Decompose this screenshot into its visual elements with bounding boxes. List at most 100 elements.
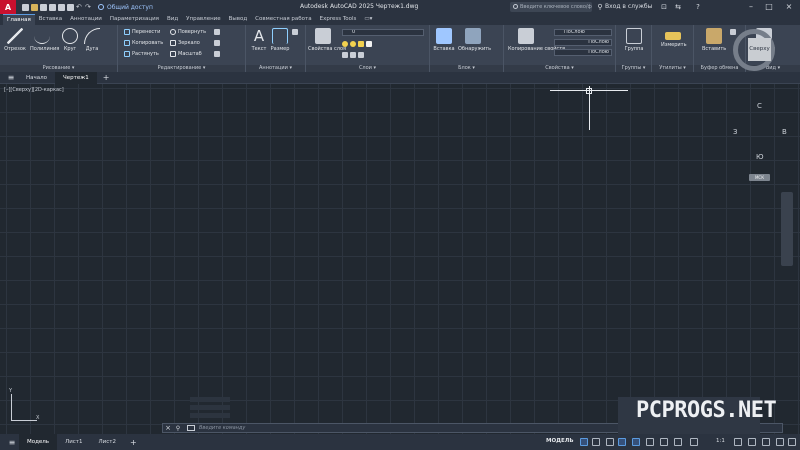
save-icon[interactable] xyxy=(40,3,47,11)
connect-icon[interactable]: ⇆ xyxy=(674,3,682,11)
viewcube-east[interactable]: В xyxy=(782,128,787,136)
dimension-tool[interactable]: Размер xyxy=(268,28,292,52)
circle-tool[interactable]: Круг xyxy=(58,28,82,52)
command-prompt-icon[interactable] xyxy=(187,425,195,431)
navigation-bar[interactable] xyxy=(781,192,793,266)
application-menu-button[interactable]: A xyxy=(0,0,16,14)
ribbon-tab[interactable]: Главная xyxy=(3,14,35,25)
layers-panel-label[interactable]: Слои ▾ xyxy=(306,65,429,72)
lineweight-dropdown[interactable]: ПоСлою xyxy=(554,49,612,56)
viewcube-south[interactable]: Ю xyxy=(756,153,764,161)
layout-tab[interactable]: Лист1 xyxy=(57,434,90,450)
binoculars-icon[interactable]: ⚲ xyxy=(596,3,604,11)
layer-dropdown[interactable]: 0 xyxy=(342,29,424,36)
ribbon-tab[interactable]: Вывод xyxy=(225,14,252,25)
polar-toggle-icon[interactable] xyxy=(618,438,626,446)
otrack-toggle-icon[interactable] xyxy=(646,438,654,446)
hardware-accel-icon[interactable] xyxy=(762,438,770,446)
clipboard-panel-label[interactable]: Буфер обмена xyxy=(694,65,745,72)
close-button[interactable]: × xyxy=(782,1,796,13)
osnap-toggle-icon[interactable] xyxy=(632,438,640,446)
layout-tab[interactable]: Лист2 xyxy=(91,434,124,450)
scale-tool[interactable]: Масштаб xyxy=(170,51,202,57)
viewport-controls[interactable]: [–][Сверху][2D-каркас] xyxy=(4,87,64,93)
minimize-button[interactable]: – xyxy=(744,1,758,13)
move-tool[interactable]: Перенести xyxy=(124,29,160,35)
ribbon-tab[interactable]: Express Tools xyxy=(316,14,361,25)
layer-tools-row1[interactable] xyxy=(342,41,372,47)
cut-copy-tools[interactable] xyxy=(730,29,736,35)
save-as-icon[interactable] xyxy=(49,3,56,11)
help-icon[interactable]: ? xyxy=(694,3,702,11)
model-tab[interactable]: Модель xyxy=(19,434,58,450)
trim-tool[interactable] xyxy=(214,29,220,35)
arc-tool[interactable]: Дуга xyxy=(80,28,104,52)
annotation-small-tools[interactable] xyxy=(292,29,298,35)
viewcube-north[interactable]: С xyxy=(757,102,762,110)
new-tab-plus-icon[interactable]: + xyxy=(103,73,110,82)
groups-panel-label[interactable]: Группы ▾ xyxy=(616,65,651,72)
modify-panel-label[interactable]: Редактирование ▾ xyxy=(118,65,245,72)
linetype-dropdown[interactable]: ПоСлою xyxy=(554,39,612,46)
paste-tool[interactable]: Вставить xyxy=(702,28,726,52)
lineweight-toggle-icon[interactable] xyxy=(660,438,668,446)
ribbon-tab[interactable]: Управление xyxy=(182,14,225,25)
ribbon-tab[interactable]: Вставка xyxy=(35,14,66,25)
color-dropdown[interactable]: ПоСлою xyxy=(554,29,612,36)
redo-icon[interactable]: ↷ xyxy=(85,3,92,11)
selection-cycling-icon[interactable] xyxy=(674,438,682,446)
annotation-panel-label[interactable]: Аннотации ▾ xyxy=(246,65,305,72)
new-file-icon[interactable] xyxy=(22,3,29,11)
add-layout-plus-icon[interactable]: + xyxy=(130,438,137,447)
command-input[interactable]: Введите команду xyxy=(199,425,245,431)
insert-tool[interactable]: Вставка xyxy=(432,28,456,52)
print-icon[interactable] xyxy=(67,3,74,11)
measure-tool[interactable]: Измерить xyxy=(661,28,687,48)
undo-icon[interactable]: ↶ xyxy=(76,3,83,11)
fillet-tool[interactable] xyxy=(214,40,220,46)
ribbon-tab[interactable]: Совместная работа xyxy=(251,14,315,25)
sign-in-button[interactable]: Вход в службы xyxy=(605,3,652,10)
block-panel-label[interactable]: Блок ▾ xyxy=(430,65,503,72)
rotate-tool[interactable]: Повернуть xyxy=(170,29,206,35)
layer-tools-row2[interactable] xyxy=(342,52,364,58)
model-space-button[interactable]: МОДЕЛЬ xyxy=(546,438,574,444)
ortho-toggle-icon[interactable] xyxy=(606,438,614,446)
menu-icon[interactable]: ≡ xyxy=(4,72,18,84)
cloud-icon[interactable] xyxy=(58,3,65,11)
grid-toggle-icon[interactable] xyxy=(580,438,588,446)
start-tab[interactable]: Начало xyxy=(18,72,55,84)
annotation-scale[interactable]: 1:1 xyxy=(716,438,725,444)
drawing-area[interactable]: [–][Сверху][2D-каркас] xyxy=(0,84,800,434)
command-settings-icon[interactable]: ⚲ xyxy=(173,425,183,432)
viewcube-west[interactable]: З xyxy=(733,128,738,136)
copy-tool[interactable]: Копировать xyxy=(124,40,163,46)
maximize-button[interactable]: □ xyxy=(762,1,776,13)
isolate-icon[interactable] xyxy=(748,438,756,446)
drawing-tab[interactable]: Чертеж1 xyxy=(55,71,97,84)
clean-screen-icon[interactable] xyxy=(776,438,784,446)
properties-panel-label[interactable]: Свойства ▾ xyxy=(504,65,615,72)
group-tool[interactable]: Группа xyxy=(622,28,646,52)
viewcube-top-face[interactable]: Сверху xyxy=(748,38,771,61)
ribbon-tab[interactable]: Параметризация xyxy=(106,14,163,25)
mirror-tool[interactable]: Зеркало xyxy=(170,40,200,46)
cart-icon[interactable]: ⊡ xyxy=(660,3,668,11)
stretch-tool[interactable]: Растянуть xyxy=(124,51,159,57)
layout-menu-icon[interactable]: ≡ xyxy=(5,438,19,447)
array-tool[interactable] xyxy=(214,51,220,57)
workspace-gear-icon[interactable] xyxy=(734,438,742,446)
match-properties-tool[interactable]: Копирование свойств xyxy=(508,28,565,52)
ribbon-tab[interactable]: Аннотации xyxy=(66,14,106,25)
utilities-panel-label[interactable]: Утилиты ▾ xyxy=(652,65,693,72)
command-close-icon[interactable]: × xyxy=(163,424,173,432)
annotation-visibility-icon[interactable] xyxy=(690,438,698,446)
open-folder-icon[interactable] xyxy=(31,3,38,11)
customize-menu-icon[interactable] xyxy=(788,438,796,446)
polyline-tool[interactable]: Полилиния xyxy=(30,28,59,52)
line-tool[interactable]: Отрезок xyxy=(3,28,27,52)
layer-properties-tool[interactable]: Свойства слоя xyxy=(308,28,346,52)
ribbon-tab[interactable]: Вид xyxy=(163,14,182,25)
share-button[interactable]: Общий доступ xyxy=(98,4,153,11)
detect-tool[interactable]: Обнаружить xyxy=(458,28,491,52)
